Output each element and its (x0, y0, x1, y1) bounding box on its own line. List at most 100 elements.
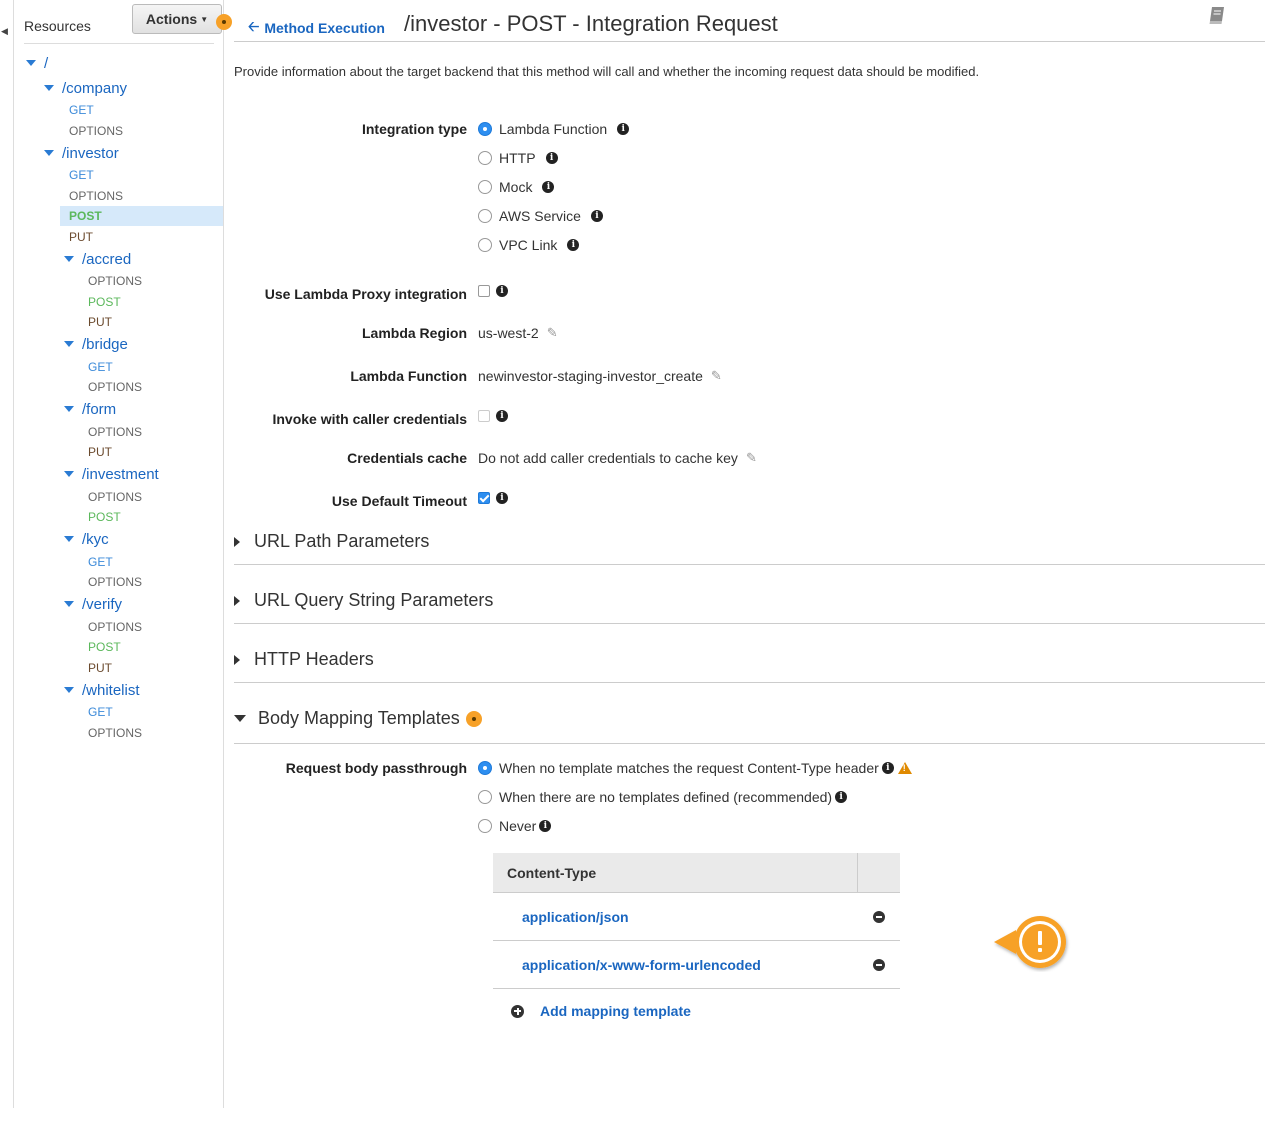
section-title[interactable]: Body Mapping Templates (258, 708, 460, 729)
proxy-checkbox[interactable] (478, 285, 490, 297)
tree-resource-root[interactable]: / (26, 53, 48, 73)
tree-method[interactable]: POST (88, 637, 121, 657)
integration-type-mock[interactable]: Mock i (478, 179, 555, 195)
info-icon[interactable]: i (539, 820, 552, 832)
tree-resource-label[interactable]: /whitelist (82, 682, 140, 699)
info-icon[interactable]: i (496, 410, 508, 422)
tree-method-label[interactable]: GET (88, 360, 113, 374)
tree-method[interactable]: OPTIONS (88, 487, 142, 507)
tree-resource-form[interactable]: /form (64, 399, 116, 419)
plus-icon[interactable] (511, 1004, 524, 1018)
tree-method[interactable]: POST (88, 507, 121, 527)
tree-resource-kyc[interactable]: /kyc (64, 529, 109, 549)
tree-method[interactable]: PUT (88, 658, 112, 678)
passthrough-option-no-match[interactable]: When no template matches the request Con… (478, 760, 912, 776)
info-icon[interactable]: i (881, 762, 894, 774)
expand-caret-icon[interactable] (64, 536, 74, 542)
add-mapping-template-label[interactable]: Add mapping template (540, 1003, 691, 1019)
tree-resource-label[interactable]: /company (62, 80, 127, 97)
expand-caret-icon[interactable] (64, 256, 74, 262)
alert-callout-icon[interactable] (992, 912, 1072, 972)
book-icon[interactable] (1208, 5, 1226, 25)
radio-label[interactable]: Lambda Function (499, 121, 607, 137)
tree-method[interactable]: OPTIONS (88, 422, 142, 442)
radio-label[interactable]: Never (499, 818, 536, 834)
tree-method-label[interactable]: GET (69, 103, 94, 117)
tree-method-label[interactable]: PUT (88, 315, 112, 329)
expand-arrow-icon[interactable] (234, 536, 240, 547)
tree-method[interactable]: POST (88, 292, 121, 312)
info-icon[interactable]: i (835, 791, 848, 803)
tree-method-label[interactable]: GET (69, 168, 94, 182)
tree-method[interactable]: OPTIONS (88, 572, 142, 592)
integration-type-lambda[interactable]: Lambda Function i (478, 121, 630, 137)
radio-label[interactable]: When no template matches the request Con… (499, 760, 879, 776)
radio-button[interactable] (478, 790, 492, 804)
tree-resource-company[interactable]: /company (44, 78, 127, 98)
method-execution-link[interactable]: 🡠 Method Execution (248, 16, 385, 40)
tree-resource-label[interactable]: /form (82, 401, 116, 418)
tree-method-label[interactable]: POST (88, 640, 121, 654)
tree-method[interactable]: PUT (88, 312, 112, 332)
remove-icon[interactable] (873, 959, 885, 971)
tree-method-label[interactable]: OPTIONS (88, 380, 142, 394)
tree-resource-bridge[interactable]: /bridge (64, 334, 128, 354)
tree-resource-whitelist[interactable]: /whitelist (64, 680, 140, 700)
timeout-checkbox[interactable] (478, 492, 490, 504)
tree-method[interactable]: GET (69, 165, 94, 185)
content-type-link[interactable]: application/json (522, 909, 629, 925)
section-url-path-toggle[interactable]: URL Path Parameters (234, 531, 429, 552)
info-icon[interactable]: i (617, 123, 630, 135)
tree-resource-label[interactable]: /verify (82, 596, 122, 613)
tree-method[interactable]: PUT (69, 227, 93, 247)
expand-caret-icon[interactable] (64, 406, 74, 412)
integration-type-vpc-link[interactable]: VPC Link i (478, 237, 580, 253)
radio-label[interactable]: HTTP (499, 150, 536, 166)
tree-method[interactable]: OPTIONS (88, 377, 142, 397)
tree-method-label[interactable]: OPTIONS (88, 425, 142, 439)
tree-method[interactable]: OPTIONS (69, 121, 123, 141)
proxy-checkbox-group[interactable]: i (478, 285, 508, 297)
info-icon[interactable]: i (590, 210, 603, 222)
tree-method-label[interactable]: OPTIONS (69, 189, 123, 203)
tree-method-label[interactable]: OPTIONS (88, 726, 142, 740)
section-http-headers-toggle[interactable]: HTTP Headers (234, 649, 374, 670)
tree-method-label[interactable]: GET (88, 555, 113, 569)
integration-type-http[interactable]: HTTP i (478, 150, 558, 166)
tree-method-label[interactable]: OPTIONS (88, 274, 142, 288)
tree-resource-investor[interactable]: /investor (44, 143, 119, 163)
back-link-label[interactable]: Method Execution (264, 20, 385, 36)
collapse-arrow-icon[interactable] (234, 715, 246, 722)
radio-button[interactable] (478, 180, 492, 194)
expand-caret-icon[interactable] (44, 150, 54, 156)
info-icon[interactable]: i (542, 181, 555, 193)
add-mapping-template-button[interactable]: Add mapping template (511, 1003, 691, 1019)
section-body-mapping-toggle[interactable]: Body Mapping Templates (234, 708, 482, 729)
tree-resource-label[interactable]: / (44, 55, 48, 72)
radio-button[interactable] (478, 122, 492, 136)
tree-method-label[interactable]: POST (88, 510, 121, 524)
tree-method-label[interactable]: OPTIONS (88, 490, 142, 504)
info-icon[interactable]: i (567, 239, 580, 251)
radio-button[interactable] (478, 238, 492, 252)
radio-label[interactable]: VPC Link (499, 237, 557, 253)
section-url-query-toggle[interactable]: URL Query String Parameters (234, 590, 493, 611)
section-title[interactable]: URL Query String Parameters (254, 590, 493, 611)
expand-caret-icon[interactable] (64, 687, 74, 693)
tree-method[interactable]: PUT (88, 442, 112, 462)
expand-caret-icon[interactable] (44, 85, 54, 91)
invoke-checkbox[interactable] (478, 410, 490, 422)
tree-method[interactable]: OPTIONS (69, 186, 123, 206)
collapse-strip[interactable]: ◀ (0, 0, 14, 1108)
tree-method-label[interactable]: POST (69, 209, 102, 223)
tree-method-selected[interactable]: POST (60, 206, 223, 226)
expand-arrow-icon[interactable] (234, 595, 240, 606)
radio-label[interactable]: Mock (499, 179, 532, 195)
expand-caret-icon[interactable] (26, 60, 36, 66)
info-icon[interactable]: i (496, 285, 508, 297)
radio-label[interactable]: When there are no templates defined (rec… (499, 789, 832, 805)
tree-method-label[interactable]: PUT (88, 445, 112, 459)
info-icon[interactable]: i (545, 152, 558, 164)
expand-caret-icon[interactable] (64, 601, 74, 607)
tree-method[interactable]: OPTIONS (88, 723, 142, 743)
